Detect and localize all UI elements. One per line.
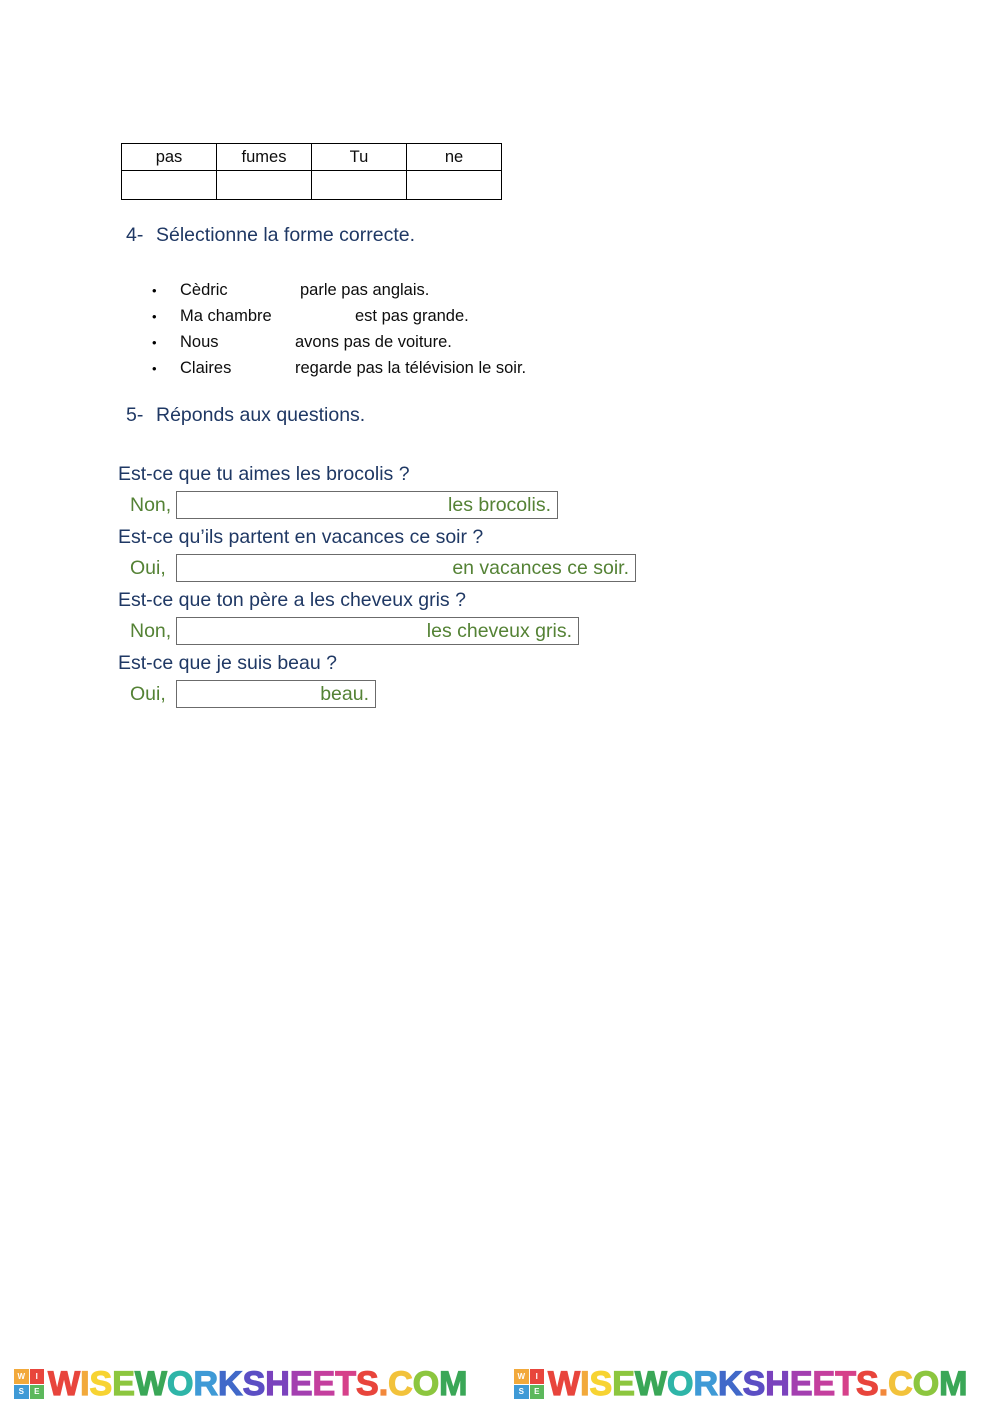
- watermark-left: WISE WISEWORKSHEETS.COM: [0, 1358, 500, 1410]
- logo-tile-s: S: [514, 1384, 529, 1399]
- watermark-strip: WISE WISEWORKSHEETS.COM WISE WISEWORKSHE…: [0, 1358, 1000, 1410]
- exercise-4-heading: 4- Sélectionne la forme correcte.: [126, 224, 415, 247]
- logo-tile-e: E: [29, 1384, 44, 1399]
- exercise-4-title: Sélectionne la forme correcte.: [156, 224, 416, 246]
- sentence-subject: Cèdric: [180, 281, 228, 299]
- wiseworksheets-logo-icon: WISE: [514, 1369, 544, 1399]
- sentence-predicate: parle pas anglais.: [300, 281, 430, 299]
- qa-pair: Est-ce que je suis beau ? Oui,: [118, 649, 636, 710]
- table-cell-answer-slot[interactable]: [406, 170, 502, 200]
- answer-label: Oui,: [130, 682, 166, 705]
- watermark-text: WISEWORKSHEETS.COM: [47, 1365, 468, 1403]
- word-bank-table: pas fumes Tu ne: [121, 143, 502, 200]
- sentence-predicate: regarde pas la télévision le soir.: [295, 359, 527, 377]
- question-text: Est-ce qu’ils partent en vacances ce soi…: [118, 526, 484, 548]
- answer-input[interactable]: [176, 680, 376, 708]
- watermark-text: WISEWORKSHEETS.COM: [547, 1365, 968, 1403]
- table-cell-word[interactable]: ne: [406, 143, 502, 171]
- answer-label: Oui,: [130, 556, 166, 579]
- question-text: Est-ce que je suis beau ?: [118, 652, 337, 674]
- sentence-subject: Nous: [180, 333, 219, 351]
- sentence-subject: Claires: [180, 359, 232, 377]
- logo-tile-w: W: [514, 1369, 529, 1384]
- question-text: Est-ce que ton père a les cheveux gris ?: [118, 589, 466, 611]
- table-cell-answer-slot[interactable]: [311, 170, 407, 200]
- sentence-predicate: avons pas de voiture.: [295, 333, 452, 351]
- bullet-icon: •: [152, 283, 157, 298]
- logo-tile-i: I: [529, 1369, 544, 1384]
- exercise-5-number: 5-: [126, 404, 144, 426]
- logo-tile-e: E: [529, 1384, 544, 1399]
- list-item: • Nous avons pas de voiture.: [152, 329, 526, 355]
- logo-tile-w: W: [14, 1369, 29, 1384]
- logo-tile-i: I: [29, 1369, 44, 1384]
- logo-tile-s: S: [14, 1384, 29, 1399]
- table-row-answer-slots: [121, 170, 502, 200]
- table-cell-answer-slot[interactable]: [216, 170, 312, 200]
- list-item: • Claires regarde pas la télévision le soi…: [152, 355, 526, 381]
- answer-label: Non,: [130, 619, 172, 642]
- list-item: • Cèdric parle pas anglais.: [152, 277, 526, 303]
- bullet-icon: •: [152, 335, 157, 350]
- sentence-subject: Ma chambre: [180, 307, 272, 325]
- answer-label: Non,: [130, 493, 172, 516]
- table-cell-word[interactable]: Tu: [311, 143, 407, 171]
- table-cell-answer-slot[interactable]: [121, 170, 217, 200]
- exercise-5-qa-list: Est-ce que tu aimes les brocolis ? Non, …: [118, 460, 636, 712]
- exercise-5-heading: 5- Réponds aux questions.: [126, 404, 365, 427]
- answer-input[interactable]: [176, 491, 558, 519]
- exercise-4-number: 4-: [126, 224, 144, 246]
- answer-input[interactable]: [176, 554, 636, 582]
- table-cell-word[interactable]: pas: [121, 143, 217, 171]
- qa-pair: Est-ce que ton père a les cheveux gris ?…: [118, 586, 636, 647]
- bullet-icon: •: [152, 361, 157, 376]
- answer-input[interactable]: [176, 617, 579, 645]
- list-item: • Ma chambre est pas grande.: [152, 303, 526, 329]
- exercise-4-list: • Cèdric parle pas anglais. • Ma chambre est…: [152, 277, 526, 381]
- watermark-right: WISE WISEWORKSHEETS.COM: [500, 1358, 1000, 1410]
- exercise-5-title: Réponds aux questions.: [156, 404, 366, 426]
- bullet-icon: •: [152, 309, 157, 324]
- answer-row: Oui,: [118, 678, 636, 710]
- table-row-words: pas fumes Tu ne: [121, 143, 502, 171]
- answer-row: Non,: [118, 615, 636, 647]
- answer-row: Non,: [118, 489, 636, 521]
- qa-pair: Est-ce que tu aimes les brocolis ? Non,: [118, 460, 636, 521]
- qa-pair: Est-ce qu’ils partent en vacances ce soi…: [118, 523, 636, 584]
- wiseworksheets-logo-icon: WISE: [14, 1369, 44, 1399]
- answer-row: Oui,: [118, 552, 636, 584]
- question-text: Est-ce que tu aimes les brocolis ?: [118, 463, 410, 485]
- table-cell-word[interactable]: fumes: [216, 143, 312, 171]
- sentence-predicate: est pas grande.: [355, 307, 469, 325]
